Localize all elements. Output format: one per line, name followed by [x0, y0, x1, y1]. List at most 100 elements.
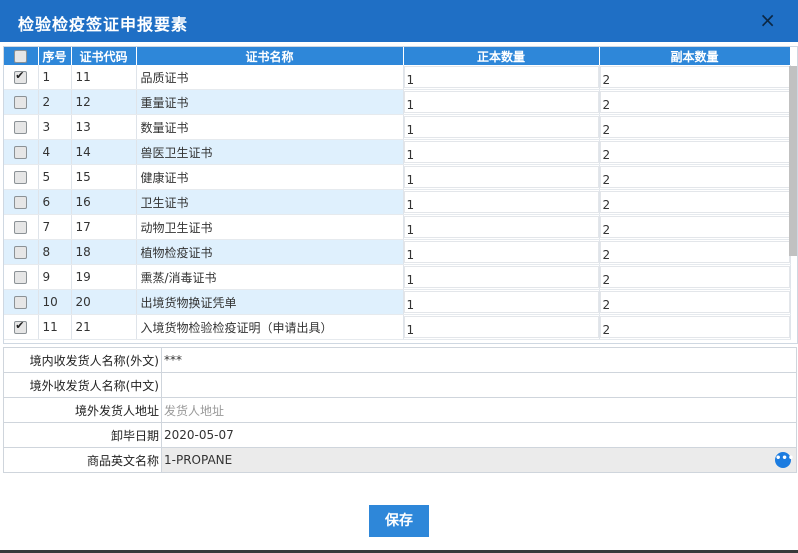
- copy-qty-input[interactable]: 2: [599, 91, 789, 113]
- table-row[interactable]: 9 19 熏蒸/消毒证书 1 2: [4, 264, 791, 290]
- copy-qty-cell[interactable]: 2: [599, 189, 791, 215]
- copy-qty-cell[interactable]: 2: [599, 239, 791, 265]
- copy-qty-input[interactable]: 2: [599, 166, 789, 188]
- copy-qty-cell[interactable]: 2: [599, 114, 791, 140]
- copy-qty-input[interactable]: 2: [599, 216, 789, 238]
- goods-en-name-field[interactable]: 1-PROPANE •••: [161, 447, 797, 473]
- select-all-checkbox[interactable]: [14, 50, 28, 63]
- copy-qty-cell[interactable]: 2: [599, 264, 791, 290]
- original-qty-cell[interactable]: 1: [403, 164, 600, 190]
- original-qty-cell[interactable]: 1: [403, 314, 600, 340]
- copy-qty-input[interactable]: 2: [599, 266, 789, 288]
- seq-cell: 5: [38, 164, 72, 190]
- original-qty-cell[interactable]: 1: [403, 65, 600, 90]
- copy-qty-cell[interactable]: 2: [599, 89, 791, 115]
- table-row[interactable]: 3 13 数量证书 1 2: [4, 114, 791, 140]
- row-checkbox[interactable]: [14, 69, 28, 84]
- original-qty-input[interactable]: 1: [403, 216, 598, 238]
- copy-qty-input[interactable]: 2: [599, 316, 789, 338]
- table-row[interactable]: 10 20 出境货物换证凭单 1 2: [4, 289, 791, 315]
- unload-date-field[interactable]: 2020-05-07: [161, 422, 797, 448]
- code-cell: 21: [71, 314, 137, 340]
- copy-qty-input[interactable]: 2: [599, 291, 789, 313]
- table-row[interactable]: 111品质证书12: [4, 65, 791, 90]
- original-qty-input[interactable]: 1: [403, 241, 598, 263]
- code-cell: 14: [71, 139, 137, 165]
- row-select-cell[interactable]: [4, 239, 39, 265]
- row-checkbox[interactable]: [14, 121, 28, 134]
- name-cell: 兽医卫生证书: [136, 139, 404, 165]
- original-qty-cell[interactable]: 1: [403, 264, 600, 290]
- original-qty-input[interactable]: 1: [403, 266, 598, 288]
- table-row[interactable]: 4 14 兽医卫生证书 1 2: [4, 139, 791, 165]
- row-select-cell[interactable]: [4, 289, 39, 315]
- copy-qty-cell[interactable]: 2: [599, 214, 791, 240]
- row-select-cell[interactable]: [4, 114, 39, 140]
- row-select-cell[interactable]: [4, 65, 39, 90]
- seq-cell: 10: [38, 289, 72, 315]
- copy-qty-cell[interactable]: 2: [599, 289, 791, 315]
- original-qty-cell[interactable]: 1: [403, 189, 600, 215]
- save-button[interactable]: 保存: [369, 505, 429, 537]
- copy-qty-cell[interactable]: 2: [599, 139, 791, 165]
- row-checkbox[interactable]: [14, 246, 28, 259]
- row-select-cell[interactable]: [4, 139, 39, 165]
- table-row[interactable]: 8 18 植物检疫证书 1 2: [4, 239, 791, 265]
- copy-qty-input[interactable]: 2: [599, 141, 789, 163]
- row-select-cell[interactable]: [4, 164, 39, 190]
- row-checkbox[interactable]: [14, 221, 28, 234]
- overseas-address-label: 境外发货人地址: [3, 397, 162, 423]
- original-qty-cell[interactable]: 1: [403, 139, 600, 165]
- row-select-cell[interactable]: [4, 189, 39, 215]
- overseas-address-field[interactable]: 发货人地址: [161, 397, 797, 423]
- code-cell: 16: [71, 189, 137, 215]
- row-checkbox[interactable]: [14, 271, 28, 284]
- table-row[interactable]: 6 16 卫生证书 1 2: [4, 189, 791, 215]
- row-checkbox[interactable]: [14, 319, 28, 334]
- original-qty-input[interactable]: 1: [403, 291, 598, 313]
- original-qty-cell[interactable]: 1: [403, 214, 600, 240]
- row-select-cell[interactable]: [4, 89, 39, 115]
- original-qty-cell[interactable]: 1: [403, 114, 600, 140]
- seq-cell: 4: [38, 139, 72, 165]
- original-qty-cell[interactable]: 1: [403, 89, 600, 115]
- original-qty-input[interactable]: 1: [403, 91, 598, 113]
- original-qty-cell[interactable]: 1: [403, 289, 600, 315]
- row-select-cell[interactable]: [4, 264, 39, 290]
- copy-qty-input[interactable]: 2: [599, 66, 789, 88]
- consignee-foreign-field[interactable]: ***: [161, 347, 797, 373]
- original-qty-input[interactable]: 1: [403, 191, 598, 213]
- select-all-header[interactable]: [4, 47, 39, 65]
- original-qty-input[interactable]: 1: [403, 166, 598, 188]
- goods-en-name-value: 1-PROPANE: [164, 453, 233, 467]
- col-header-code: 证书代码: [71, 47, 137, 65]
- copy-qty-input[interactable]: 2: [599, 191, 789, 213]
- name-cell: 健康证书: [136, 164, 404, 190]
- row-checkbox[interactable]: [14, 196, 28, 209]
- close-icon[interactable]: ×: [759, 10, 776, 30]
- table-row[interactable]: 2 12 重量证书 1 2: [4, 89, 791, 115]
- original-qty-input[interactable]: 1: [403, 316, 598, 338]
- row-checkbox[interactable]: [14, 171, 28, 184]
- row-checkbox[interactable]: [14, 96, 28, 109]
- row-select-cell[interactable]: [4, 214, 39, 240]
- table-row[interactable]: 1121入境货物检验检疫证明（申请出具）12: [4, 314, 791, 340]
- more-icon[interactable]: •••: [775, 452, 794, 468]
- grid-scrollbar[interactable]: [789, 66, 797, 256]
- original-qty-cell[interactable]: 1: [403, 239, 600, 265]
- copy-qty-cell[interactable]: 2: [599, 164, 791, 190]
- original-qty-input[interactable]: 1: [403, 116, 598, 138]
- table-row[interactable]: 7 17 动物卫生证书 1 2: [4, 214, 791, 240]
- original-qty-input[interactable]: 1: [403, 66, 598, 88]
- overseas-cn-field[interactable]: [161, 372, 797, 398]
- copy-qty-cell[interactable]: 2: [599, 65, 791, 90]
- row-select-cell[interactable]: [4, 314, 39, 340]
- row-checkbox[interactable]: [14, 296, 28, 309]
- table-row[interactable]: 5 15 健康证书 1 2: [4, 164, 791, 190]
- row-checkbox[interactable]: [14, 146, 28, 159]
- original-qty-input[interactable]: 1: [403, 141, 598, 163]
- col-header-seq: 序号: [38, 47, 72, 65]
- copy-qty-cell[interactable]: 2: [599, 314, 791, 340]
- copy-qty-input[interactable]: 2: [599, 241, 789, 263]
- copy-qty-input[interactable]: 2: [599, 116, 789, 138]
